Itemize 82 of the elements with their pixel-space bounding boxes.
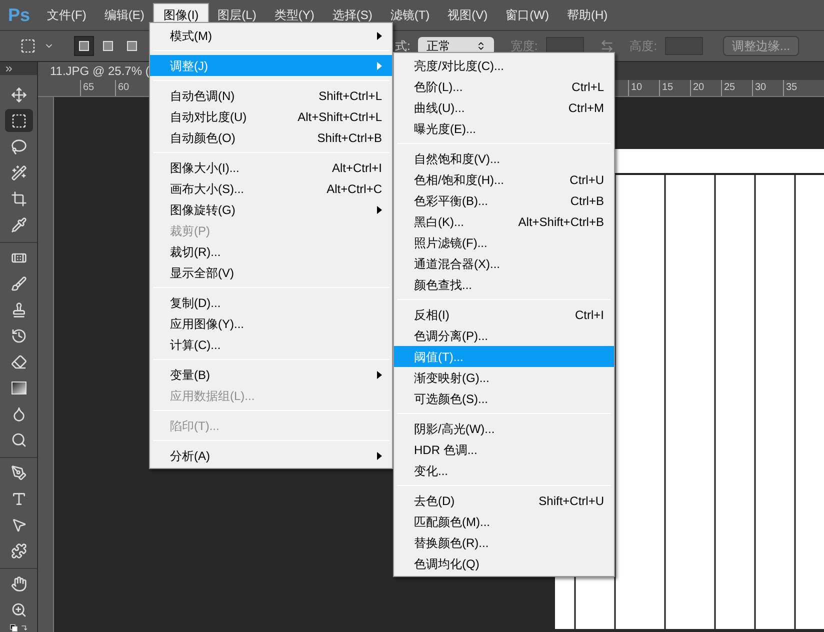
brush-icon [10,276,26,292]
zoom-icon [10,602,26,618]
ruler-label: 25 [721,80,752,96]
menu-item[interactable]: 色相/饱和度(H)... Ctrl+U [394,169,614,190]
ruler-label: 35 [783,80,814,96]
menu-item[interactable]: 复制(D)... [150,292,392,313]
menu-item[interactable]: 变化... [394,460,614,481]
menu-item[interactable]: 显示全部(V) [150,262,392,283]
menu-item[interactable]: 应用图像(Y)... [150,313,392,334]
updown-caret-icon [476,41,486,51]
marquee-icon[interactable] [20,38,36,54]
menu-bar-item[interactable]: 窗口(W) [496,3,558,27]
menu-item[interactable]: 色调均化(Q) [394,553,614,574]
menu-item[interactable]: 反相(I) Ctrl+I [394,304,614,325]
ruler-label: 30 [752,80,783,96]
ruler-label: 10 [628,80,659,96]
menu-item[interactable]: 阴影/高光(W)... [394,418,614,439]
submenu-arrow-icon [377,370,382,378]
height-field[interactable] [665,37,704,55]
move-icon [10,86,26,103]
menu-item[interactable]: 曝光度(E)... [394,118,614,139]
menu-bar-item[interactable]: 帮助(H) [558,3,617,27]
eyedropper-icon [10,216,26,233]
menu-item[interactable]: 色调分离(P)... [394,325,614,346]
stamp-icon [10,302,26,318]
menu-item[interactable]: 照片滤镜(F)... [394,232,614,253]
menu-item[interactable]: 曲线(U)... Ctrl+M [394,97,614,118]
submenu-arrow-icon [377,206,382,214]
submenu-arrow-icon [377,62,382,70]
wand-icon [10,164,26,181]
menu-item[interactable]: 分析(A) [150,445,392,466]
menu-item[interactable]: 裁切(R)... [150,241,392,262]
menu-item[interactable]: 自动颜色(O) Shift+Ctrl+B [150,127,392,148]
crop-icon [10,190,26,207]
menu-item[interactable]: 可选颜色(S)... [394,388,614,409]
menu-item[interactable]: 模式(M) [150,25,392,46]
menu-bar-item[interactable]: 编辑(E) [95,3,154,27]
menu-bar-item[interactable]: 滤镜(T) [381,3,439,27]
menu-item[interactable]: 自然饱和度(V)... [394,148,614,169]
tool-button[interactable] [4,109,32,132]
menu-item[interactable]: HDR 色调... [394,439,614,460]
menu-item[interactable]: 渐变映射(G)... [394,367,614,388]
menu-bar-item[interactable]: 视图(V) [438,3,497,27]
shape-icon [10,542,26,559]
gradient-icon [10,380,26,396]
ruler-label: 15 [659,80,690,96]
menu-item[interactable]: 颜色查找... [394,274,614,295]
type-icon [10,490,26,507]
marquee-icon [10,112,26,129]
droplet-icon [10,406,26,422]
menu-item[interactable]: 色彩平衡(B)... Ctrl+B [394,190,614,211]
lasso-icon [10,138,26,155]
pen-icon [10,464,26,481]
swap-icon[interactable] [600,39,614,53]
menu-item[interactable]: 色阶(L)... Ctrl+L [394,76,614,97]
eraser-icon [10,354,26,370]
pointer-icon [10,516,26,533]
menu-item[interactable]: 去色(D) Shift+Ctrl+U [394,490,614,511]
selection-mode-button[interactable] [74,36,94,56]
menu-item[interactable]: 图像旋转(G) [150,199,392,220]
submenu-arrow-icon [377,32,382,40]
menu-item[interactable]: 计算(C)... [150,334,392,355]
submenu-arrow-icon [377,452,382,460]
hand-icon [10,576,26,592]
menu-item[interactable]: 匹配颜色(M)... [394,511,614,532]
menu-item[interactable]: 替换颜色(R)... [394,532,614,553]
style-label: 式: [395,38,410,55]
ruler-label: 20 [690,80,721,96]
collapse-icon[interactable] [4,64,14,74]
menu-item[interactable]: 自动对比度(U) Alt+Shift+Ctrl+L [150,106,392,127]
menu-item[interactable]: 黑白(K)... Alt+Shift+Ctrl+B [394,211,614,232]
menu-item[interactable]: 自动色调(N) Shift+Ctrl+L [150,85,392,106]
menu-item[interactable]: 通道混合器(X)... [394,253,614,274]
history-icon [10,328,26,344]
menu-item[interactable]: 图像大小(I)... Alt+Ctrl+I [150,157,392,178]
menu-item[interactable]: 画布大小(S)... Alt+Ctrl+C [150,178,392,199]
menu-bar-item[interactable]: 文件(F) [38,3,96,27]
ruler-label: 65 [80,80,115,96]
magnifier-icon [10,432,26,448]
menu-item[interactable]: 亮度/对比度(C)... [394,55,614,76]
menu-item[interactable]: 变量(B) [150,364,392,385]
app-logo: Ps [6,4,32,26]
